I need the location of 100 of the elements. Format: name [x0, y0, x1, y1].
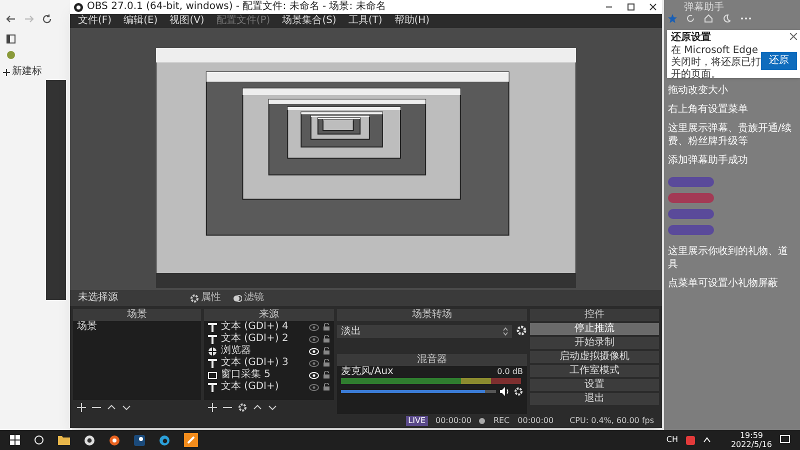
channel-name: 麦克风/Aux	[341, 366, 394, 377]
move-down-icon[interactable]	[268, 402, 277, 412]
menu-item[interactable]: 工具(T)	[348, 15, 382, 27]
control-button[interactable]: 设置	[530, 379, 659, 391]
tip-text: 拖动改变大小	[668, 84, 729, 97]
back-icon[interactable]	[6, 14, 16, 24]
new-tab-link[interactable]: 新建标	[12, 66, 42, 78]
lock-icon[interactable]	[323, 323, 330, 331]
text-source-icon	[208, 358, 217, 368]
maximize-icon[interactable]	[626, 2, 636, 12]
badge-shape	[668, 225, 714, 235]
no-source-label: 未选择源	[78, 292, 119, 304]
add-icon[interactable]	[3, 69, 10, 76]
properties-button[interactable]: 属性	[190, 292, 221, 304]
tip-text: 点菜单可设置小礼物屏蔽	[668, 277, 779, 290]
input-language[interactable]: CH	[666, 435, 678, 445]
source-item[interactable]: 文本 (GDI+) 3	[221, 357, 305, 369]
clock-date[interactable]: 2022/5/16	[730, 440, 772, 449]
live-timer: 00:00:00	[436, 416, 472, 426]
tip-text: 这里展示弹幕、贵族开通/续费、粉丝牌升级等	[668, 122, 792, 148]
lock-icon[interactable]	[323, 371, 330, 379]
badge-shape	[668, 209, 714, 219]
control-button[interactable]: 启动虚拟摄像机	[530, 351, 659, 363]
speaker-icon[interactable]	[500, 387, 510, 396]
scene-item[interactable]: 场景	[73, 321, 201, 333]
popup-title: 还原设置	[671, 32, 711, 44]
control-button[interactable]: 停止推流	[530, 323, 659, 335]
filter-icon	[233, 294, 242, 302]
gear-icon[interactable]	[238, 402, 247, 412]
panel-title: 弹幕助手	[684, 2, 724, 14]
gear-icon	[190, 294, 199, 302]
badge-shape	[668, 193, 714, 203]
window-icon	[208, 370, 217, 380]
sidebar-toggle-icon[interactable]	[6, 34, 16, 44]
tray-app-icon[interactable]	[686, 436, 695, 444]
transition-dropdown[interactable]: 淡出	[337, 325, 512, 338]
filters-button[interactable]: 滤镜	[233, 292, 264, 304]
search-icon[interactable]	[34, 435, 44, 445]
menu-item[interactable]: 视图(V)	[170, 15, 204, 27]
app-logo-icon[interactable]	[134, 434, 145, 446]
lock-icon[interactable]	[323, 383, 330, 391]
notification-icon[interactable]	[780, 435, 790, 445]
menu-item[interactable]: 场景集合(S)	[282, 15, 336, 27]
clock-time[interactable]: 19:59	[740, 431, 764, 440]
source-item[interactable]: 窗口采集 5	[221, 369, 305, 381]
tip-text: 添加弹幕助手成功	[668, 154, 749, 167]
source-item[interactable]: 浏览器	[221, 345, 305, 357]
dock-title: 场景转场	[337, 309, 527, 321]
window-title: OBS 27.0.1 (64-bit, windows) - 配置文件: 未命名 - 场景: 未命名	[87, 1, 387, 13]
control-button[interactable]: 工作室模式	[530, 365, 659, 377]
control-button[interactable]: 开始录制	[530, 337, 659, 349]
home-icon[interactable]	[704, 14, 713, 23]
text-source-icon	[208, 334, 217, 344]
record-dot-icon	[479, 418, 486, 424]
moon-icon[interactable]	[722, 14, 731, 23]
menu-item[interactable]: 帮助(H)	[394, 15, 430, 27]
lock-icon[interactable]	[323, 347, 330, 355]
text-source-icon	[208, 382, 217, 392]
gear-icon[interactable]	[516, 325, 527, 336]
text-source-icon	[208, 322, 217, 332]
dock-title: 混音器	[337, 354, 527, 366]
refresh-icon[interactable]	[42, 14, 52, 24]
live-indicator: LIVE	[406, 416, 428, 426]
tip-text: 右上角有设置菜单	[668, 103, 749, 116]
app-logo-icon[interactable]	[84, 434, 95, 446]
dock-title: 来源	[204, 309, 334, 321]
close-icon[interactable]	[648, 2, 658, 12]
move-up-icon[interactable]	[107, 402, 116, 412]
star-icon[interactable]	[668, 14, 677, 23]
menu-item[interactable]: 编辑(E)	[124, 15, 158, 27]
close-icon[interactable]	[790, 33, 797, 40]
move-down-icon[interactable]	[122, 402, 131, 412]
rec-label: REC	[493, 416, 510, 426]
tip-text: 这里展示你收到的礼物、道具	[668, 245, 789, 271]
badge-shape	[668, 177, 714, 187]
tab-favicon-icon	[6, 50, 16, 60]
windows-logo-icon[interactable]	[10, 435, 20, 445]
lock-icon[interactable]	[323, 335, 330, 343]
spinner-arrows-icon	[503, 327, 508, 336]
source-item[interactable]: 文本 (GDI+) 4	[221, 321, 305, 333]
popup-message: 在 Microsoft Edge 关闭时，将还原已打开的页面。	[671, 45, 761, 81]
app-logo-icon	[74, 2, 83, 12]
source-item[interactable]: 文本 (GDI+)	[221, 381, 305, 393]
dock-title: 场景	[73, 309, 201, 321]
dock-title: 控件	[530, 309, 659, 321]
move-up-icon[interactable]	[253, 402, 262, 412]
source-item[interactable]: 文本 (GDI+) 2	[221, 333, 305, 345]
control-button[interactable]: 退出	[530, 393, 659, 405]
gear-icon[interactable]	[514, 387, 523, 396]
lock-icon[interactable]	[323, 359, 330, 367]
menu-item[interactable]: 文件(F)	[78, 15, 112, 27]
volume-reading: 0.0 dB	[497, 366, 523, 377]
rec-timer: 00:00:00	[518, 416, 554, 426]
globe-icon	[208, 346, 217, 356]
cpu-fps-status: CPU: 0.4%, 60.00 fps	[570, 416, 654, 426]
chevron-up-icon[interactable]	[702, 436, 711, 444]
folder-icon[interactable]	[58, 435, 70, 445]
app-logo-icon[interactable]	[109, 434, 120, 446]
restore-button[interactable]: 还原	[761, 52, 797, 70]
browser-logo-icon[interactable]	[159, 434, 170, 446]
